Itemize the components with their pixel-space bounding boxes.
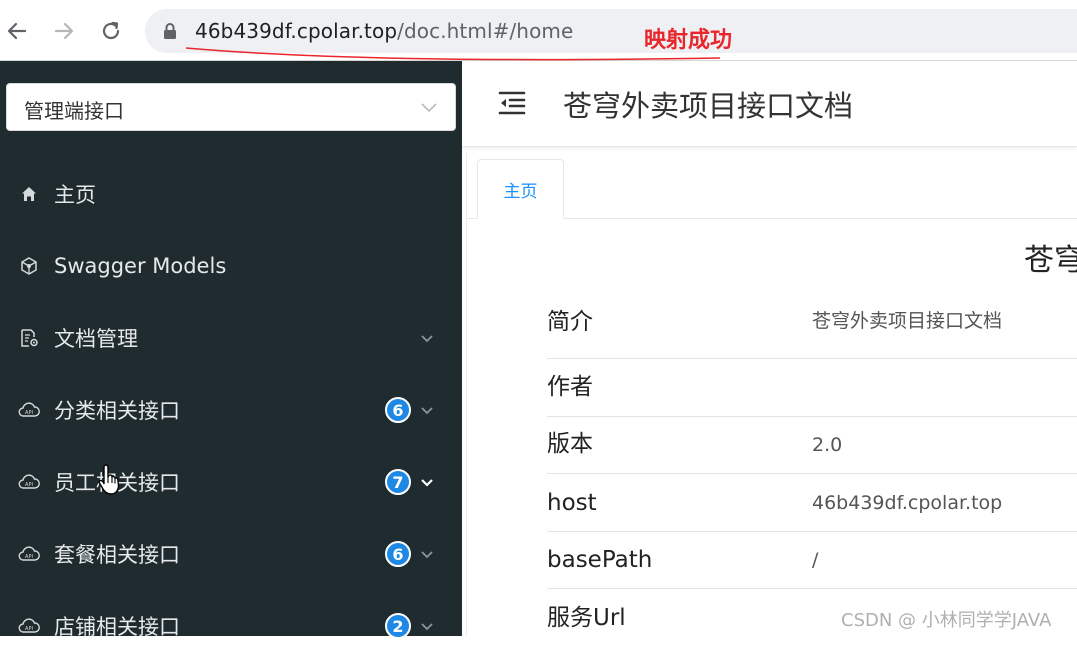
sidebar-item-label: Swagger Models xyxy=(54,254,227,278)
row-key: 服务Url xyxy=(547,604,626,631)
row-value: 2.0 xyxy=(812,434,843,456)
chevron-down-icon xyxy=(421,407,433,415)
sidebar-item-swagger-models[interactable]: Swagger Models xyxy=(0,230,462,302)
sidebar-item-category-api[interactable]: API 分类相关接口 6 xyxy=(0,374,462,446)
chevron-down-icon xyxy=(421,103,437,113)
forward-button[interactable] xyxy=(47,14,81,48)
arrow-left-icon xyxy=(7,22,27,40)
sidebar-item-shop-api[interactable]: API 店铺相关接口 2 xyxy=(0,590,462,662)
row-key: basePath xyxy=(547,547,653,573)
csdn-watermark: CSDN @ 小林同学学JAVA xyxy=(841,610,1052,631)
row-key: 简介 xyxy=(547,309,593,335)
row-key: 版本 xyxy=(547,431,593,457)
svg-text:API: API xyxy=(25,554,33,560)
svg-text:API: API xyxy=(25,482,33,488)
lock-icon xyxy=(164,23,176,39)
content-area: 主页 苍穹 简介 苍穹外卖项目接口文档 作者 版本 2.0 host 46b43… xyxy=(466,153,1077,636)
sidebar-item-home[interactable]: 主页 xyxy=(0,158,462,230)
svg-text:API: API xyxy=(25,626,33,632)
reload-button[interactable] xyxy=(94,14,128,48)
header-bar: 苍穹外卖项目接口文档 xyxy=(462,61,1077,147)
row-key: 作者 xyxy=(547,373,593,400)
hand-cursor-icon xyxy=(98,464,120,495)
api-group-value: 管理端接口 xyxy=(24,99,124,123)
count-badge: 7 xyxy=(385,469,411,495)
url-path: /doc.html#/home xyxy=(397,19,574,43)
chevron-down-icon xyxy=(421,335,433,343)
sidebar-item-label: 主页 xyxy=(54,183,96,207)
row-value: / xyxy=(812,549,819,571)
sidebar-item-employee-api[interactable]: API 员工相关接口 7 xyxy=(0,446,462,518)
sidebar-item-label: 店铺相关接口 xyxy=(54,615,180,639)
main-panel: 苍穹外卖项目接口文档 主页 苍穹 简介 苍穹外卖项目接口文档 作者 版本 2.0… xyxy=(462,61,1077,636)
address-bar[interactable]: 46b439df.cpolar.top/doc.html#/home xyxy=(145,9,1077,53)
table-row: 版本 2.0 xyxy=(547,417,1077,474)
table-row: basePath / xyxy=(547,532,1077,589)
doc-settings-icon xyxy=(18,327,40,349)
api-group-select[interactable]: 管理端接口 xyxy=(6,83,456,131)
row-value: 46b439df.cpolar.top xyxy=(812,491,1003,514)
tab-bar: 主页 xyxy=(467,153,1077,219)
url-text[interactable]: 46b439df.cpolar.top/doc.html#/home xyxy=(195,19,573,43)
menu-fold-icon[interactable] xyxy=(498,90,526,116)
api-cloud-icon: API xyxy=(18,399,40,421)
api-cloud-icon: API xyxy=(18,543,40,565)
mapping-success-annotation: 映射成功 xyxy=(644,28,733,53)
svg-text:API: API xyxy=(25,410,33,416)
tab-home[interactable]: 主页 xyxy=(477,159,564,219)
sidebar-item-label: 分类相关接口 xyxy=(54,399,180,423)
api-cloud-icon: API xyxy=(18,471,40,493)
table-row: 简介 苍穹外卖项目接口文档 xyxy=(547,263,1077,359)
back-button[interactable] xyxy=(0,14,34,48)
sidebar: 管理端接口 主页 Swagger Models 文档管理 API 分类相关接口 … xyxy=(0,61,462,639)
table-row: 作者 xyxy=(547,359,1077,417)
chevron-down-icon xyxy=(421,623,433,631)
reload-icon xyxy=(102,21,120,40)
sidebar-item-label: 文档管理 xyxy=(54,327,138,351)
sidebar-item-label: 套餐相关接口 xyxy=(54,543,180,567)
doc-info-table: 简介 苍穹外卖项目接口文档 作者 版本 2.0 host 46b439df.cp… xyxy=(547,263,1077,647)
table-row: host 46b439df.cpolar.top xyxy=(547,474,1077,532)
sidebar-item-setmeal-api[interactable]: API 套餐相关接口 6 xyxy=(0,518,462,590)
count-badge: 2 xyxy=(385,613,411,639)
url-host: 46b439df.cpolar.top xyxy=(195,19,398,43)
cube-icon xyxy=(18,255,40,277)
arrow-right-icon xyxy=(54,22,74,40)
count-badge: 6 xyxy=(385,541,411,567)
home-icon xyxy=(18,183,40,205)
browser-toolbar: 46b439df.cpolar.top/doc.html#/home 映射成功 xyxy=(0,0,1077,61)
chevron-down-icon xyxy=(421,551,433,559)
api-cloud-icon: API xyxy=(18,615,40,637)
doc-title: 苍穹外卖项目接口文档 xyxy=(563,89,854,123)
row-value: 苍穹外卖项目接口文档 xyxy=(812,310,1003,332)
row-key: host xyxy=(547,489,597,516)
chevron-down-icon xyxy=(421,479,433,487)
count-badge: 6 xyxy=(385,397,411,423)
sidebar-item-doc-management[interactable]: 文档管理 xyxy=(0,302,462,374)
